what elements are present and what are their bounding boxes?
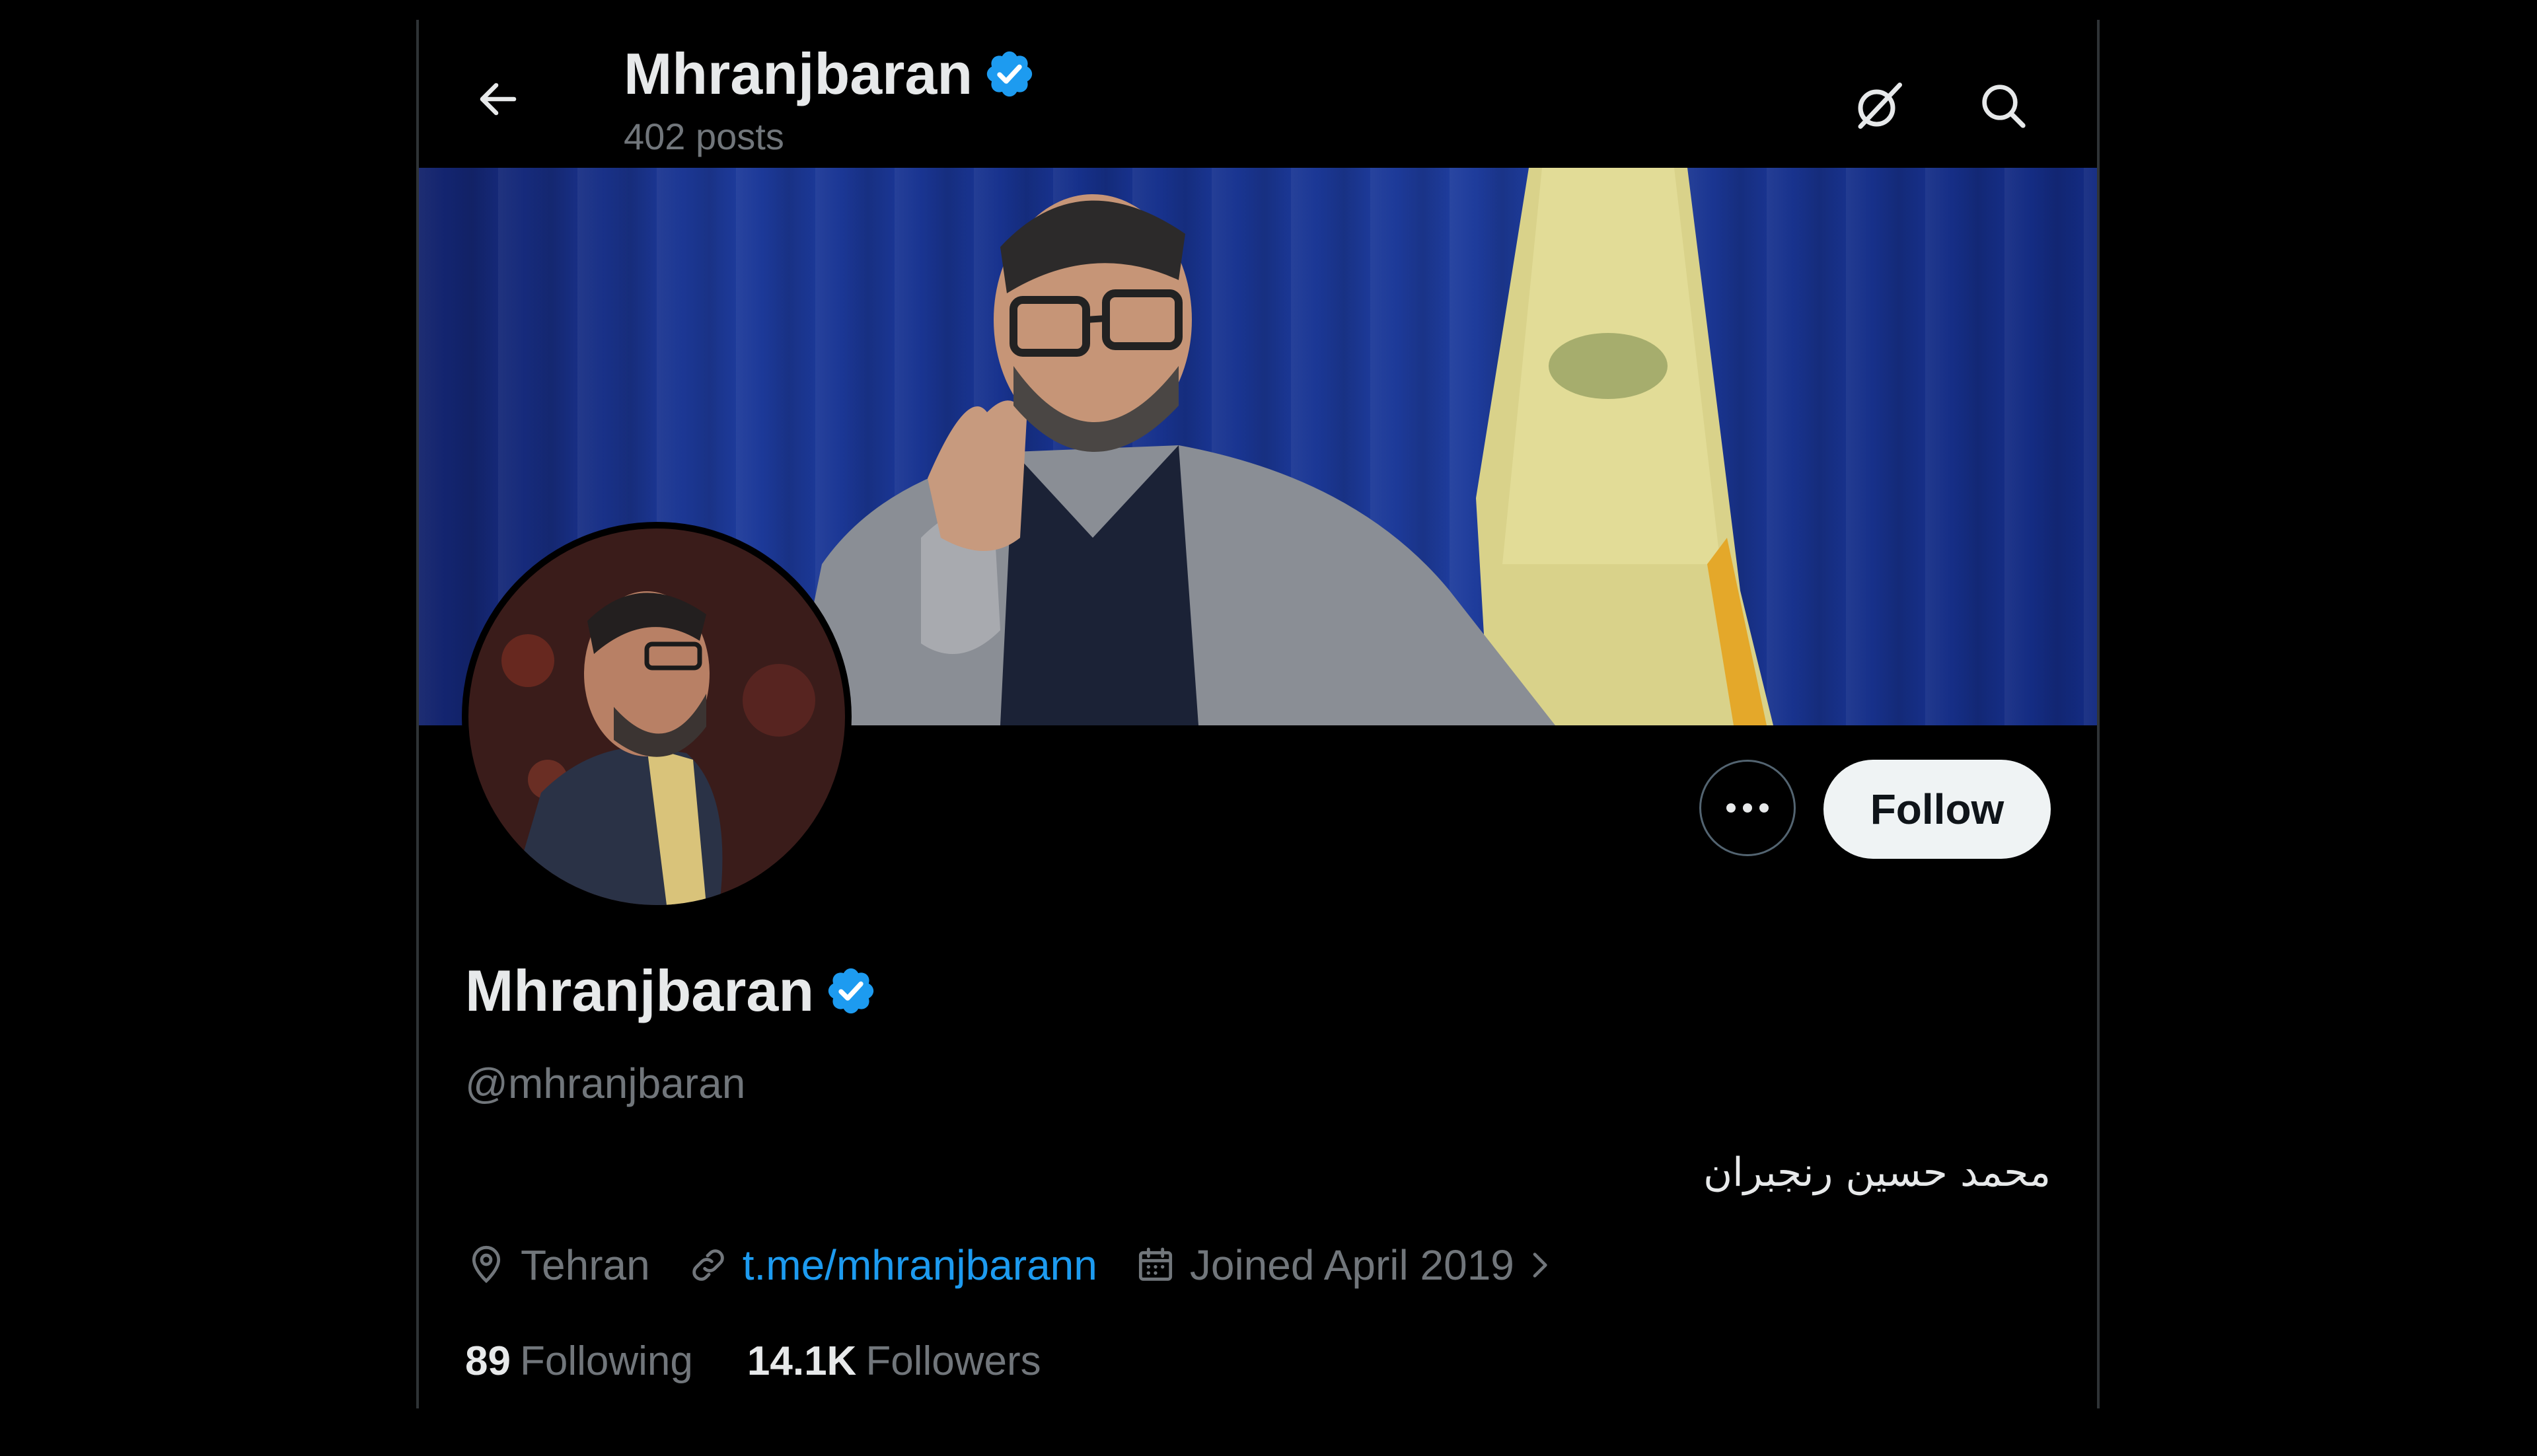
more-options-button[interactable]: [1699, 760, 1796, 856]
following-count: 89: [465, 1338, 511, 1384]
followers-count: 14.1K: [747, 1338, 857, 1384]
header-title-row: Mhranjbaran: [624, 34, 1036, 114]
calendar-icon: [1138, 1247, 1172, 1281]
header-title-block: Mhranjbaran 402 posts: [624, 34, 1036, 160]
link-icon: [692, 1249, 724, 1281]
follow-button[interactable]: Follow: [1823, 760, 2051, 859]
verified-badge-icon[interactable]: [825, 965, 877, 1017]
following-stat[interactable]: 89 Following: [465, 1338, 693, 1385]
search-icon: [1982, 85, 2026, 128]
display-name: Mhranjbaran: [465, 958, 815, 1023]
profile-handle: @mhranjbaran: [465, 1060, 746, 1107]
following-label: Following: [519, 1338, 693, 1384]
header-title: Mhranjbaran: [624, 41, 973, 106]
chevron-right-icon: [1533, 1253, 1547, 1278]
location-pin-icon: [472, 1246, 501, 1284]
grok-icon: [1858, 83, 1902, 129]
back-button[interactable]: [465, 66, 531, 132]
website-link[interactable]: t.me/mhranjbarann: [743, 1241, 1097, 1290]
location-item: Tehran: [465, 1241, 650, 1290]
followers-stat[interactable]: 14.1K Followers: [747, 1338, 1041, 1385]
search-button[interactable]: [1970, 73, 2036, 139]
profile-stats-row: 89 Following 14.1K Followers: [465, 1331, 1095, 1391]
page: Mhranjbaran 402 posts Follow Mhranjbaran…: [0, 0, 2537, 1456]
profile-meta-row: Tehran t.me/mhranjbarann Joined April 20…: [465, 1235, 1608, 1295]
header-posts-count: 402 posts: [624, 116, 784, 157]
joined-item[interactable]: Joined April 2019: [1134, 1241, 1571, 1290]
verified-badge-icon: [986, 51, 1033, 97]
joined-text: Joined April 2019: [1189, 1241, 1514, 1289]
display-name-row: Mhranjbaran: [465, 951, 877, 1031]
grok-button[interactable]: [1846, 73, 1912, 139]
location-text: Tehran: [521, 1241, 650, 1289]
arrow-left-icon: [480, 83, 517, 116]
avatar-photo: [468, 528, 845, 905]
website-item: t.me/mhranjbarann: [687, 1241, 1097, 1290]
profile-header: Mhranjbaran 402 posts: [419, 20, 2097, 168]
more-horizontal-icon: [1726, 803, 1769, 813]
followers-label: Followers: [865, 1338, 1041, 1384]
profile-avatar[interactable]: [462, 522, 852, 912]
profile-bio: محمد حسین رنجبران: [1703, 1149, 2051, 1196]
profile-column: Mhranjbaran 402 posts Follow Mhranjbaran…: [416, 20, 2100, 1408]
